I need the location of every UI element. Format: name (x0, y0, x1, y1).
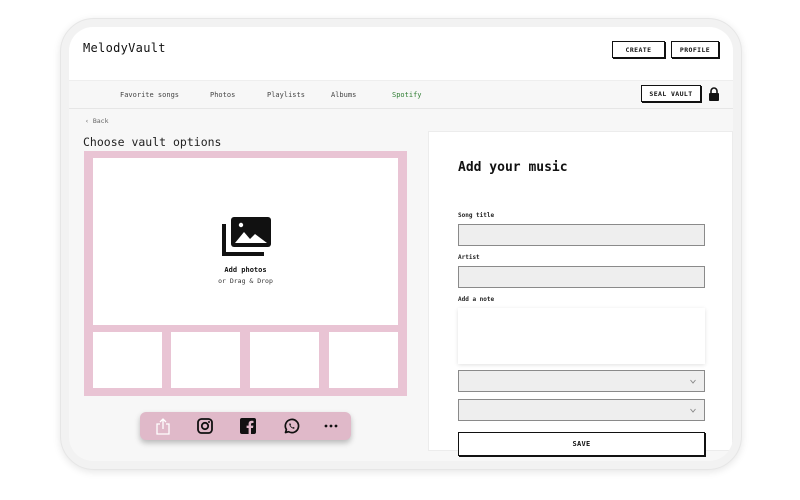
chevron-down-icon (690, 408, 696, 413)
photo-thumbnail-slot[interactable] (250, 332, 319, 388)
form-title: Add your music (458, 160, 568, 175)
lock-icon[interactable] (708, 87, 720, 101)
photo-thumbnail-slot[interactable] (171, 332, 240, 388)
more-button[interactable] (322, 417, 340, 435)
nav-item-albums[interactable]: Albums (331, 91, 356, 99)
song-title-label: Song title (458, 212, 495, 219)
whatsapp-button[interactable] (282, 417, 300, 435)
more-icon (324, 424, 338, 428)
photo-library-icon (222, 217, 271, 256)
back-link[interactable]: ‹ Back (85, 117, 108, 125)
instagram-icon (197, 418, 213, 434)
photo-thumbnail-slot[interactable] (329, 332, 398, 388)
save-button[interactable]: SAVE (458, 432, 705, 456)
page-title: Choose vault options (83, 135, 222, 149)
note-label: Add a note (458, 296, 495, 303)
whatsapp-icon (284, 418, 299, 433)
app-logo[interactable]: MelodyVault (83, 41, 166, 55)
nav-item-photos[interactable]: Photos (210, 91, 235, 99)
top-bar: MelodyVault CREATE PROFILE (69, 27, 733, 81)
share-bar (140, 412, 351, 440)
chevron-down-icon (690, 379, 696, 384)
photo-panel: Add photos or Drag & Drop (84, 151, 407, 396)
nav-item-favorite-songs[interactable]: Favorite songs (120, 91, 179, 99)
facebook-icon (240, 418, 256, 434)
add-photos-label: Add photos (224, 266, 267, 274)
song-title-input[interactable] (458, 224, 705, 246)
note-textarea[interactable] (458, 308, 705, 364)
create-button[interactable]: CREATE (612, 41, 665, 58)
drag-drop-label: or Drag & Drop (218, 277, 273, 285)
photo-thumbnail-slot[interactable] (93, 332, 162, 388)
nav-item-playlists[interactable]: Playlists (267, 91, 305, 99)
artist-input[interactable] (458, 266, 705, 288)
instagram-button[interactable] (196, 417, 214, 435)
share-button[interactable] (154, 417, 172, 435)
select-dropdown-2[interactable] (458, 399, 705, 421)
select-dropdown-1[interactable] (458, 370, 705, 392)
nav-item-spotify[interactable]: Spotify (392, 91, 422, 99)
photo-dropzone[interactable]: Add photos or Drag & Drop (93, 158, 398, 325)
nav-bar: Favorite songs Photos Playlists Albums S… (69, 81, 733, 109)
artist-label: Artist (458, 254, 480, 261)
seal-vault-button[interactable]: SEAL VAULT (641, 85, 701, 102)
profile-button[interactable]: PROFILE (671, 41, 719, 58)
facebook-button[interactable] (239, 417, 257, 435)
tablet-frame: MelodyVault CREATE PROFILE Favorite song… (60, 18, 742, 470)
app-screen: MelodyVault CREATE PROFILE Favorite song… (69, 27, 733, 461)
add-music-form: Add your music Song title Artist Add a n… (428, 131, 733, 456)
back-label: Back (92, 117, 109, 125)
share-icon (156, 417, 170, 435)
